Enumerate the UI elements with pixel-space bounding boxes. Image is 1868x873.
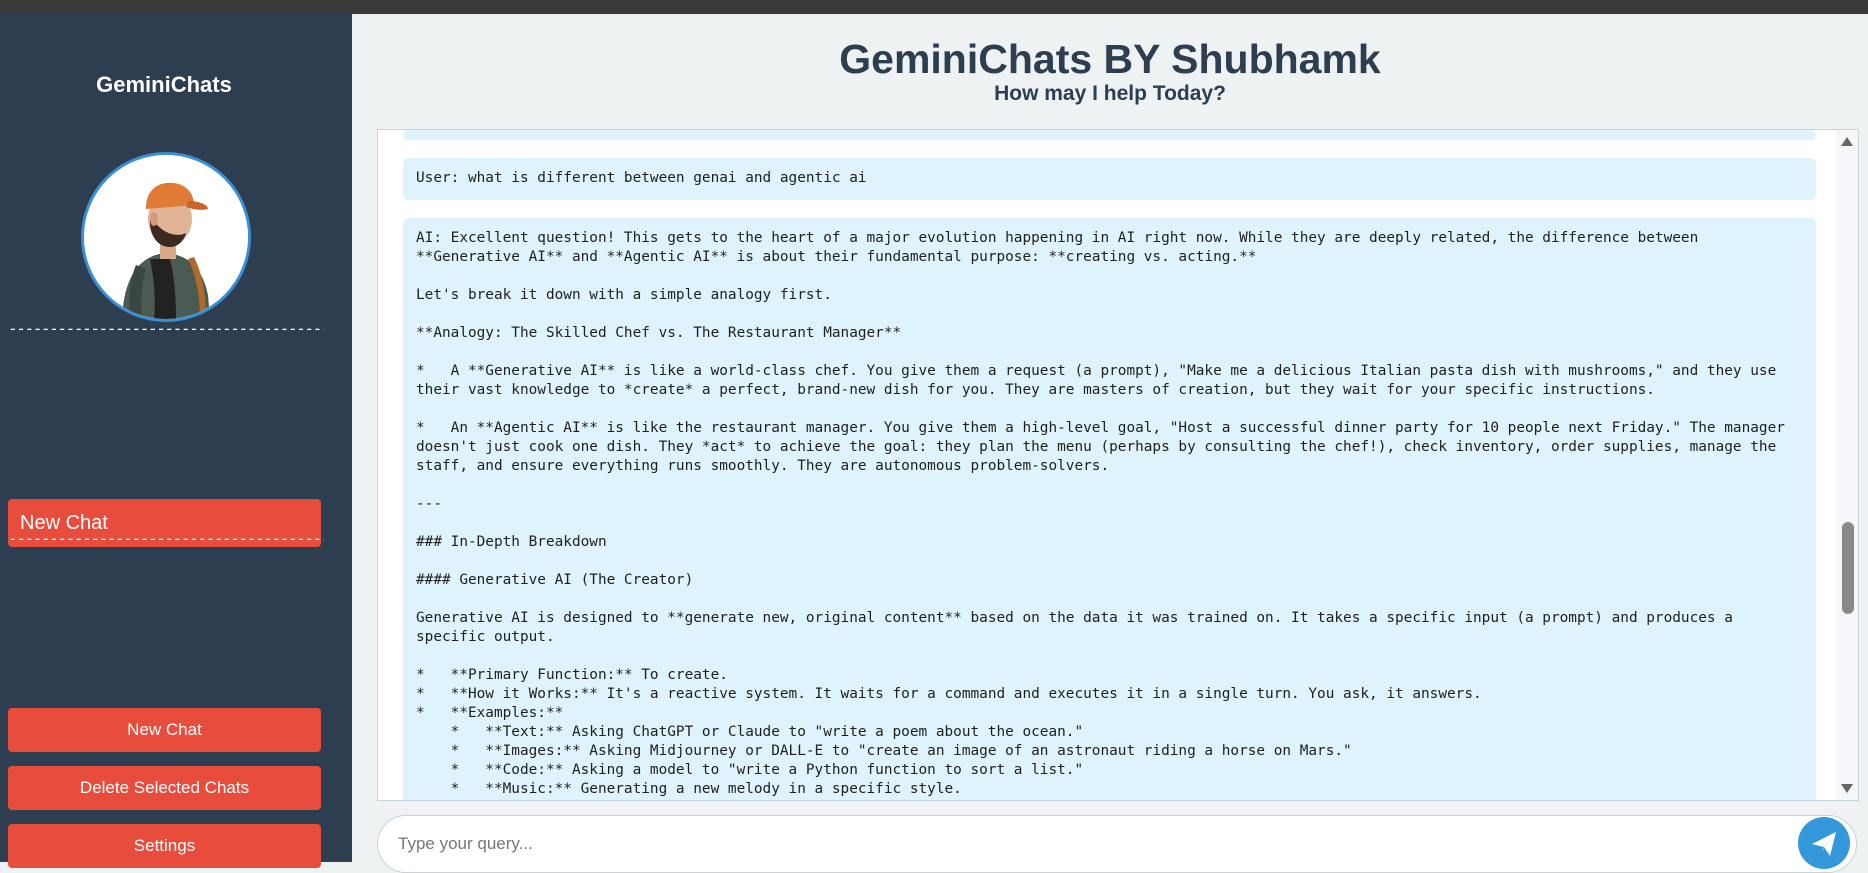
sidebar-brand: GeminiChats: [96, 72, 232, 97]
send-button[interactable]: [1798, 817, 1850, 869]
page-subtitle: How may I help Today?: [994, 82, 1226, 105]
query-input[interactable]: [377, 815, 1857, 873]
paper-plane-icon: [1812, 832, 1836, 856]
sidebar-divider-bottom: ----------------------------------------…: [8, 529, 324, 548]
sidebar-divider-top: ----------------------------------------…: [8, 319, 324, 338]
previous-message-edge: [403, 130, 1816, 140]
avatar: [81, 152, 251, 322]
new-chat-button[interactable]: New Chat: [8, 708, 321, 752]
page-title: GeminiChats BY Shubhamk: [839, 36, 1381, 82]
user-message: User: what is different between genai an…: [403, 158, 1816, 200]
scroll-thumb[interactable]: [1842, 522, 1854, 614]
scroll-down-arrow-icon[interactable]: [1841, 784, 1853, 793]
sidebar: GeminiChats ----------------------------…: [0, 14, 352, 868]
browser-tab-strip: [0, 0, 1868, 14]
delete-selected-chats-button[interactable]: Delete Selected Chats: [8, 766, 321, 810]
chat-scrollbar[interactable]: [1836, 130, 1858, 800]
avatar-illustration: [84, 155, 248, 319]
settings-button[interactable]: Settings: [8, 824, 321, 868]
ai-message: AI: Excellent question! This gets to the…: [403, 218, 1816, 800]
scroll-up-arrow-icon[interactable]: [1841, 137, 1853, 146]
chat-history[interactable]: User: what is different between genai an…: [377, 129, 1859, 801]
